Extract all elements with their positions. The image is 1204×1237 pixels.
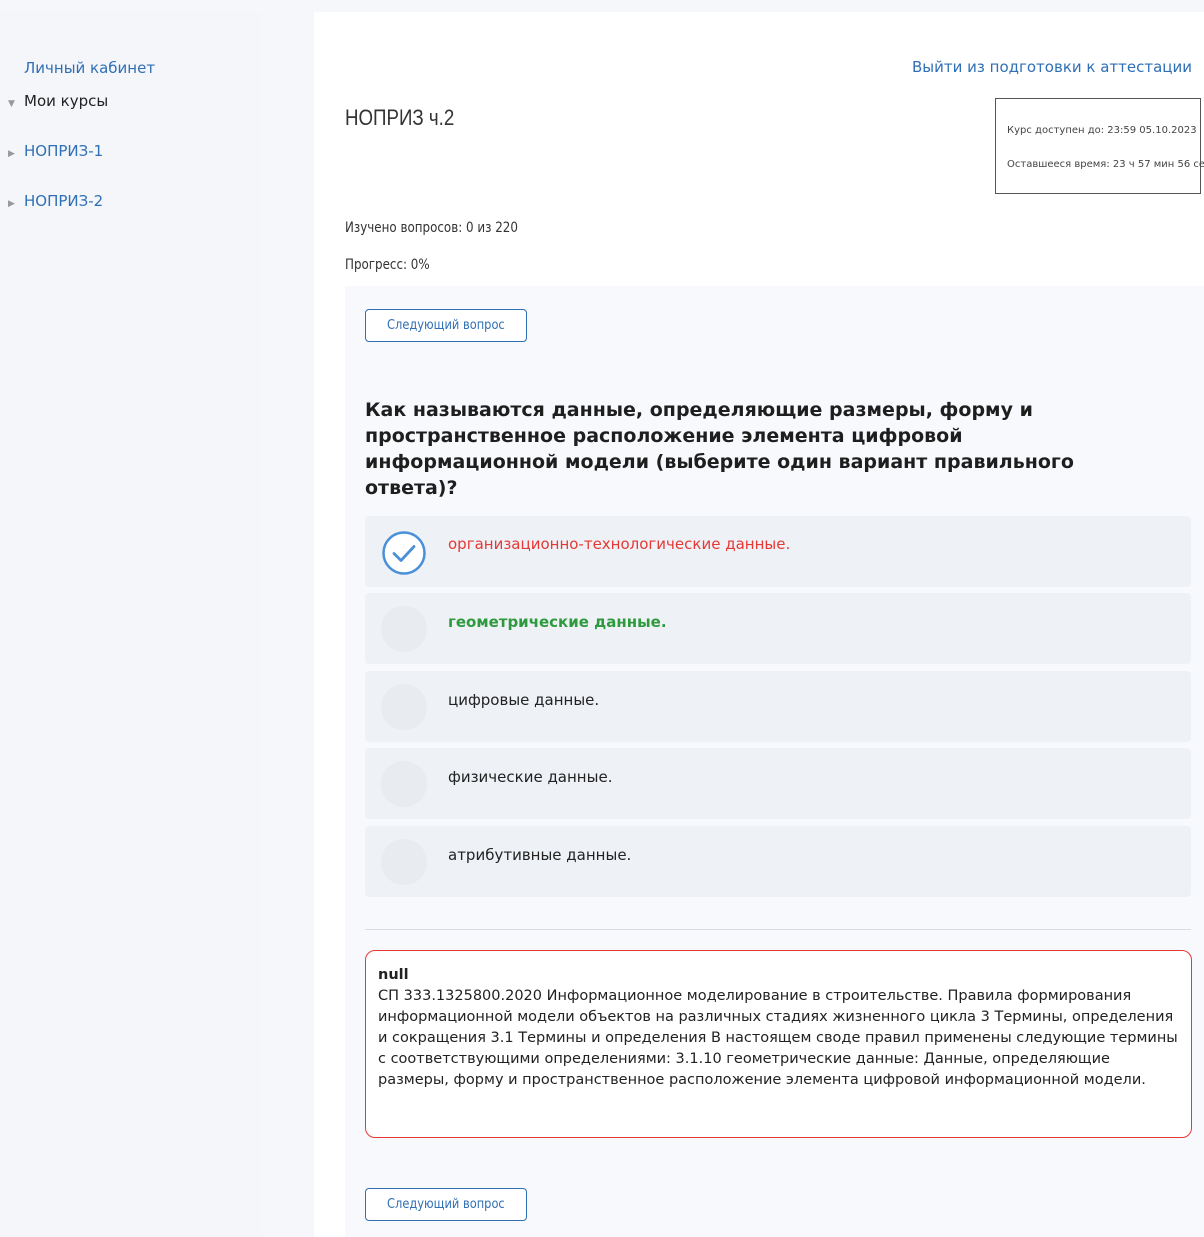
next-question-button-bottom[interactable]: Следующий вопрос <box>365 1188 527 1221</box>
remaining-time: Оставшееся время: 23 ч 57 мин 56 сек <box>1007 159 1204 170</box>
explanation-heading: null <box>378 967 409 983</box>
caret-right-icon: ▶ <box>8 149 15 159</box>
sidebar-item-nopriz-2[interactable]: ▶ НОПРИЗ-2 <box>8 192 103 210</box>
my-courses-label: Мои курсы <box>24 92 109 110</box>
sidebar-item-label: НОПРИЗ-2 <box>24 192 104 210</box>
course-available-until: Курс доступен до: 23:59 05.10.2023 <box>1007 125 1197 136</box>
next-question-label: Следующий вопрос <box>387 318 505 333</box>
answer-label: физические данные. <box>448 768 613 786</box>
my-courses-toggle[interactable]: ▼ Мои курсы <box>8 92 108 110</box>
answer-option[interactable]: геометрические данные. <box>365 593 1191 664</box>
answer-label: атрибутивные данные. <box>448 846 632 864</box>
answer-option[interactable]: организационно-технологические данные. <box>365 516 1191 587</box>
answer-label: геометрические данные. <box>448 613 667 631</box>
answer-option[interactable]: атрибутивные данные. <box>365 826 1191 897</box>
radio-circle <box>381 839 427 885</box>
explanation-text: СП 333.1325800.2020 Информационное модел… <box>378 988 1178 1088</box>
sidebar: Личный кабинет ▼ Мои курсы ▶ НОПРИЗ-1 ▶ НОП… <box>0 12 262 1237</box>
caret-right-icon: ▶ <box>8 199 15 209</box>
answer-option[interactable]: цифровые данные. <box>365 671 1191 742</box>
caret-down-icon: ▼ <box>8 99 15 109</box>
explanation-box: null СП 333.1325800.2020 Информационное … <box>365 950 1192 1138</box>
page-title: НОПРИЗ ч.2 <box>345 105 455 130</box>
answer-label: цифровые данные. <box>448 691 600 709</box>
radio-circle <box>381 606 427 652</box>
next-question-button-top[interactable]: Следующий вопрос <box>365 309 527 342</box>
studied-questions: Изучено вопросов: 0 из 220 <box>345 220 518 236</box>
sidebar-item-nopriz-1[interactable]: ▶ НОПРИЗ-1 <box>8 142 103 160</box>
answer-option[interactable]: физические данные. <box>365 748 1191 819</box>
personal-cabinet-link[interactable]: Личный кабинет <box>24 59 155 77</box>
answer-label: организационно-технологические данные. <box>448 535 791 553</box>
sidebar-item-label: НОПРИЗ-1 <box>24 142 104 160</box>
radio-circle <box>381 684 427 730</box>
check-circle-icon <box>382 531 426 575</box>
question-text: Как называются данные, определяющие разм… <box>365 399 1074 499</box>
next-question-label: Следующий вопрос <box>387 1197 505 1212</box>
exit-attestation-link[interactable]: Выйти из подготовки к аттестации <box>912 58 1192 76</box>
progress-text: Прогресс: 0% <box>345 257 430 273</box>
question-panel: Следующий вопрос Как называются данные, … <box>345 286 1204 1237</box>
main-content: Выйти из подготовки к аттестации НОПРИЗ … <box>314 12 1204 1237</box>
radio-circle <box>381 761 427 807</box>
divider <box>365 929 1191 930</box>
timer-box: Курс доступен до: 23:59 05.10.2023 Остав… <box>995 98 1204 194</box>
